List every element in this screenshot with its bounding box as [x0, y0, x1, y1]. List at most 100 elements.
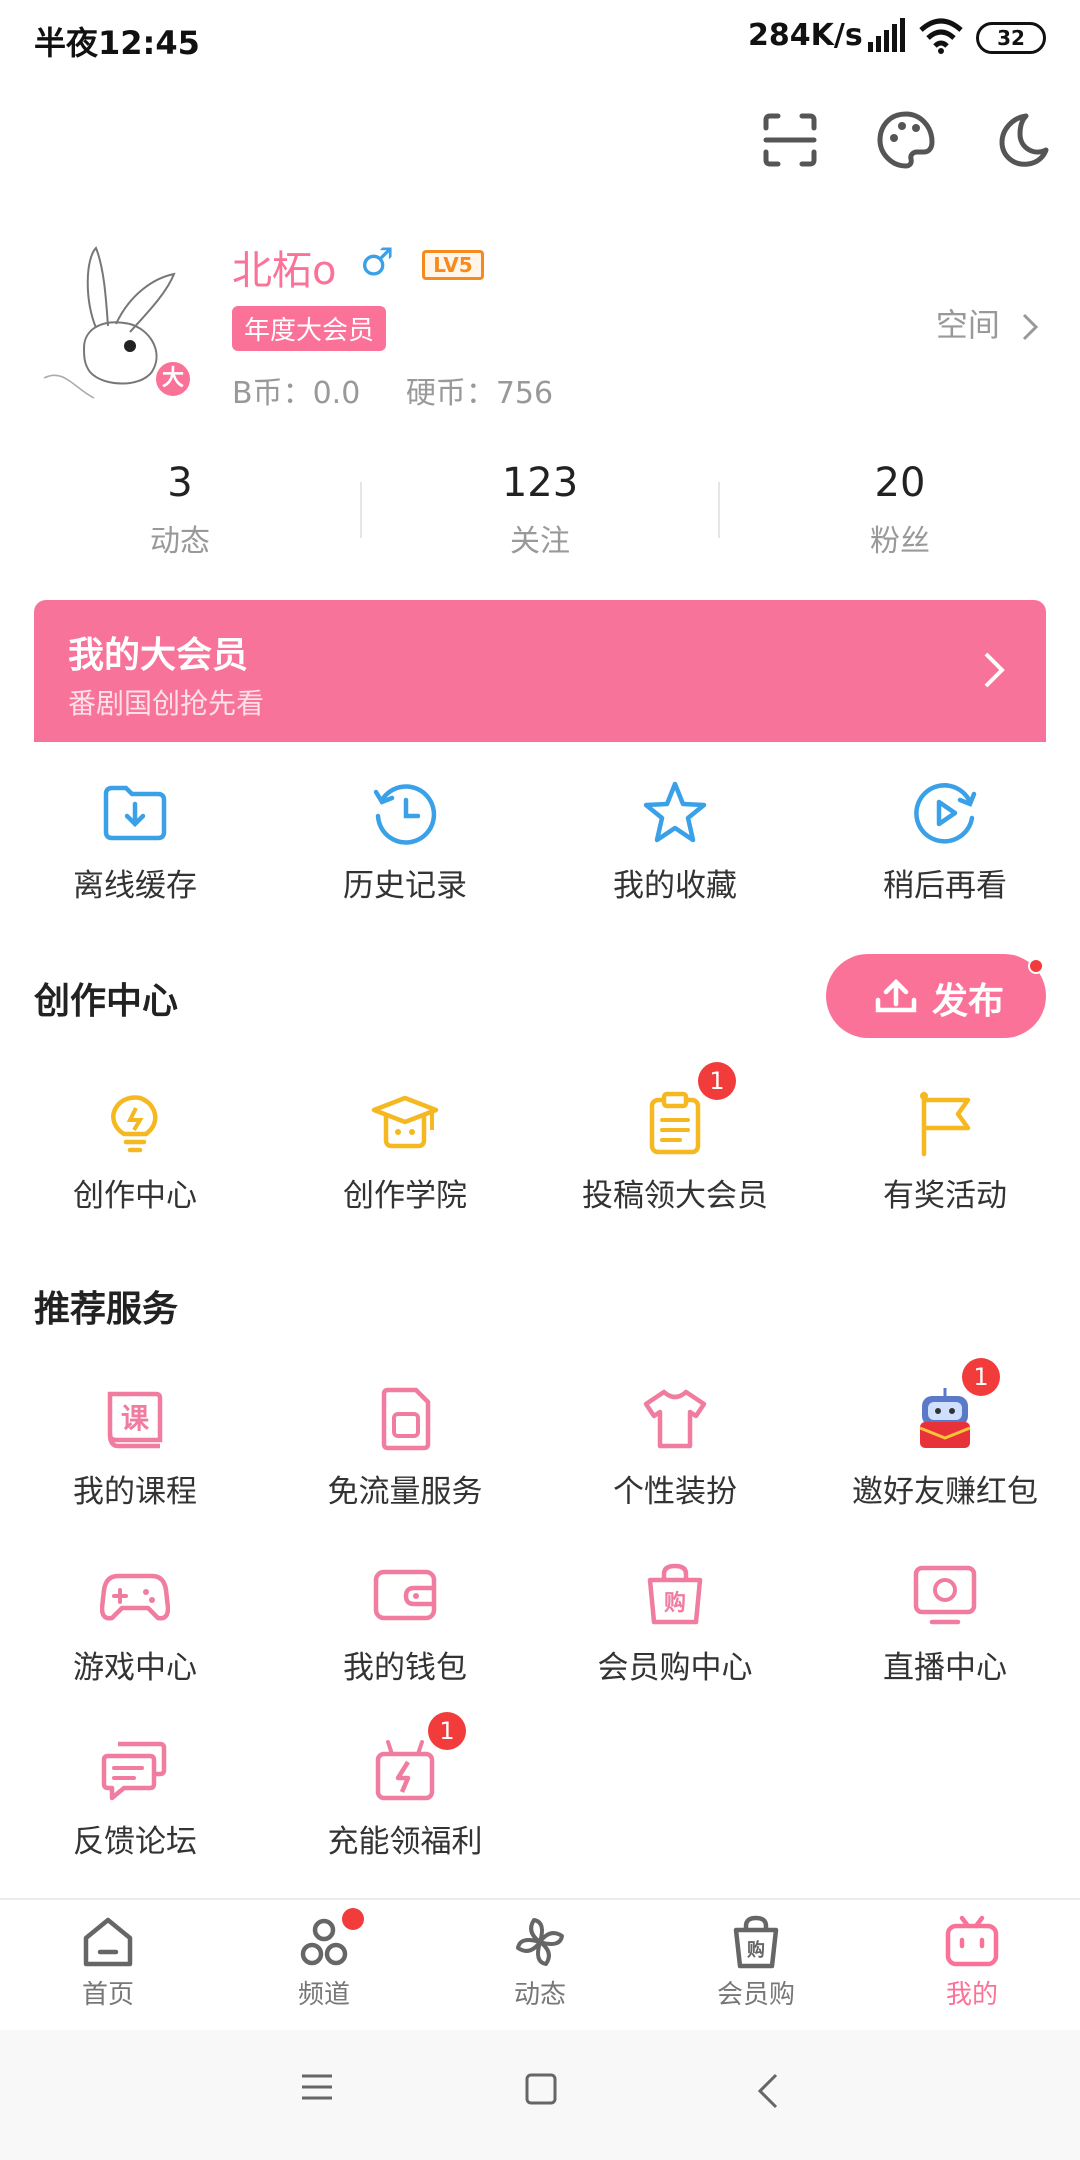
item-label: 离线缓存 — [73, 868, 197, 904]
red-packet-robot-icon — [919, 1388, 971, 1448]
count-badge: 1 — [428, 1712, 466, 1750]
home-icon — [83, 1917, 133, 1967]
item-label: 投稿领大会员 — [582, 1178, 768, 1214]
item-label: 邀好友赚红包 — [852, 1474, 1038, 1510]
graduation-cap-icon — [371, 1095, 439, 1149]
notification-dot — [342, 1908, 364, 1930]
system-navigation-bar — [0, 2030, 1080, 2160]
scan-icon[interactable] — [758, 108, 822, 172]
bottom-navigation: 首页 频道 动态 购 会员购 我的 — [0, 1898, 1080, 2030]
my-wallet-item[interactable]: 我的钱包 — [270, 1560, 540, 1687]
services-grid-row2: 游戏中心 我的钱包 购 会员购中心 直播中心 — [0, 1560, 1080, 1687]
chevron-right-icon — [984, 652, 1005, 688]
creation-section-title: 创作中心 — [34, 981, 179, 1022]
item-label: 稍后再看 — [883, 868, 1007, 904]
nav-label: 频道 — [297, 1980, 350, 2010]
personal-dress-item[interactable]: 个性装扮 — [540, 1384, 810, 1511]
nav-label: 我的 — [945, 1980, 998, 2010]
watch-later-icon — [914, 783, 977, 844]
nav-label: 首页 — [81, 1980, 134, 2010]
offline-cache-item[interactable]: 离线缓存 — [0, 778, 270, 905]
item-label: 充能领福利 — [327, 1824, 483, 1860]
watch-later-item[interactable]: 稍后再看 — [810, 778, 1080, 905]
gender-male-icon: ♂ — [360, 240, 395, 284]
services-grid-row1: 课 我的课程 免流量服务 个性装扮 邀好友赚红包 1 — [0, 1358, 1080, 1511]
vip-avatar-badge: 大 — [152, 358, 194, 400]
item-label: 反馈论坛 — [73, 1824, 197, 1860]
download-folder-icon — [103, 785, 167, 841]
item-label: 免流量服务 — [327, 1474, 483, 1510]
lightbulb-icon — [111, 1095, 158, 1153]
stats-row: 3 动态 123 关注 20 粉丝 — [0, 460, 1080, 570]
my-courses-item[interactable]: 课 我的课程 — [0, 1384, 270, 1511]
free-data-item[interactable]: 免流量服务 — [270, 1384, 540, 1511]
home-square-icon[interactable] — [524, 2072, 558, 2106]
publish-button[interactable]: 发布 — [826, 954, 1046, 1038]
creation-academy-item[interactable]: 创作学院 — [270, 1088, 540, 1215]
nav-dynamics[interactable]: 动态 — [432, 1900, 648, 2030]
battery-indicator: 32 — [976, 22, 1046, 54]
history-clock-icon — [373, 784, 437, 845]
space-link-label: 空间 — [935, 306, 1000, 344]
item-label: 创作学院 — [343, 1178, 467, 1214]
course-glyph: 课 — [121, 1402, 150, 1435]
shop-bag-icon: 购 — [733, 1915, 779, 1969]
shop-glyph: 购 — [664, 1590, 686, 1616]
vip-tag: 年度大会员 — [232, 306, 387, 351]
divider — [360, 482, 362, 538]
nav-mine[interactable]: 我的 — [864, 1900, 1080, 2030]
clipboard-icon — [649, 1091, 701, 1155]
chat-bubbles-icon — [101, 1741, 167, 1801]
space-link[interactable]: 空间 — [936, 300, 1040, 346]
invite-friends-item[interactable]: 邀好友赚红包 1 — [810, 1358, 1080, 1511]
gift-bolt-icon — [375, 1740, 435, 1801]
creation-center-item[interactable]: 创作中心 — [0, 1088, 270, 1215]
feedback-forum-item[interactable]: 反馈论坛 — [0, 1734, 270, 1861]
chevron-right-icon — [1022, 313, 1039, 341]
nav-home[interactable]: 首页 — [0, 1900, 216, 2030]
pinwheel-icon — [516, 1918, 564, 1966]
submit-vip-item[interactable]: 投稿领大会员 1 — [540, 1062, 810, 1215]
vip-shop-center-item[interactable]: 购 会员购中心 — [540, 1560, 810, 1687]
nav-vip-shop[interactable]: 购 会员购 — [648, 1900, 864, 2030]
stat-following[interactable]: 123 关注 — [360, 460, 720, 570]
publish-label: 发布 — [932, 981, 1005, 1022]
vip-banner[interactable]: 我的大会员 番剧国创抢先看 — [34, 600, 1046, 750]
game-center-item[interactable]: 游戏中心 — [0, 1560, 270, 1687]
item-label: 有奖活动 — [883, 1178, 1007, 1214]
flag-icon — [920, 1091, 971, 1157]
top-toolbar — [0, 100, 1080, 180]
back-icon[interactable] — [756, 2072, 780, 2110]
live-center-item[interactable]: 直播中心 — [810, 1560, 1080, 1687]
favorites-item[interactable]: 我的收藏 — [540, 778, 810, 905]
nav-label: 动态 — [513, 1980, 566, 2010]
vip-banner-subtitle: 番剧国创抢先看 — [68, 687, 265, 720]
item-label: 会员购中心 — [597, 1650, 753, 1686]
coin-info: B币：0.0 硬币：756 — [232, 368, 589, 412]
item-label: 我的钱包 — [343, 1650, 467, 1686]
tshirt-icon — [643, 1389, 707, 1449]
count-badge: 1 — [698, 1062, 736, 1100]
course-book-icon: 课 — [107, 1391, 163, 1449]
wallet-icon — [373, 1569, 437, 1621]
vip-banner-title: 我的大会员 — [68, 635, 249, 676]
history-item[interactable]: 历史记录 — [270, 778, 540, 905]
network-speed: 284K/s — [748, 18, 863, 53]
theme-palette-icon[interactable] — [874, 108, 938, 172]
stat-fans[interactable]: 20 粉丝 — [720, 460, 1080, 570]
creation-grid: 创作中心 创作学院 投稿领大会员 1 有奖活动 — [0, 1062, 1080, 1215]
stat-label: 关注 — [510, 524, 570, 559]
reward-activity-item[interactable]: 有奖活动 — [810, 1088, 1080, 1215]
coin-balance: 硬币：756 — [405, 376, 554, 411]
shopping-bag-icon: 购 — [647, 1563, 703, 1625]
nav-channel[interactable]: 频道 — [216, 1900, 432, 2030]
item-label: 我的收藏 — [613, 868, 737, 904]
wifi-icon — [919, 18, 963, 54]
menu-icon[interactable] — [300, 2072, 334, 2102]
nav-label: 会员购 — [716, 1980, 795, 2010]
stat-dynamics[interactable]: 3 动态 — [0, 460, 360, 570]
night-mode-moon-icon[interactable] — [990, 108, 1054, 172]
username[interactable]: 北柘o — [232, 238, 336, 296]
stat-label: 粉丝 — [870, 524, 930, 559]
charge-welfare-item[interactable]: 充能领福利 1 — [270, 1712, 540, 1861]
